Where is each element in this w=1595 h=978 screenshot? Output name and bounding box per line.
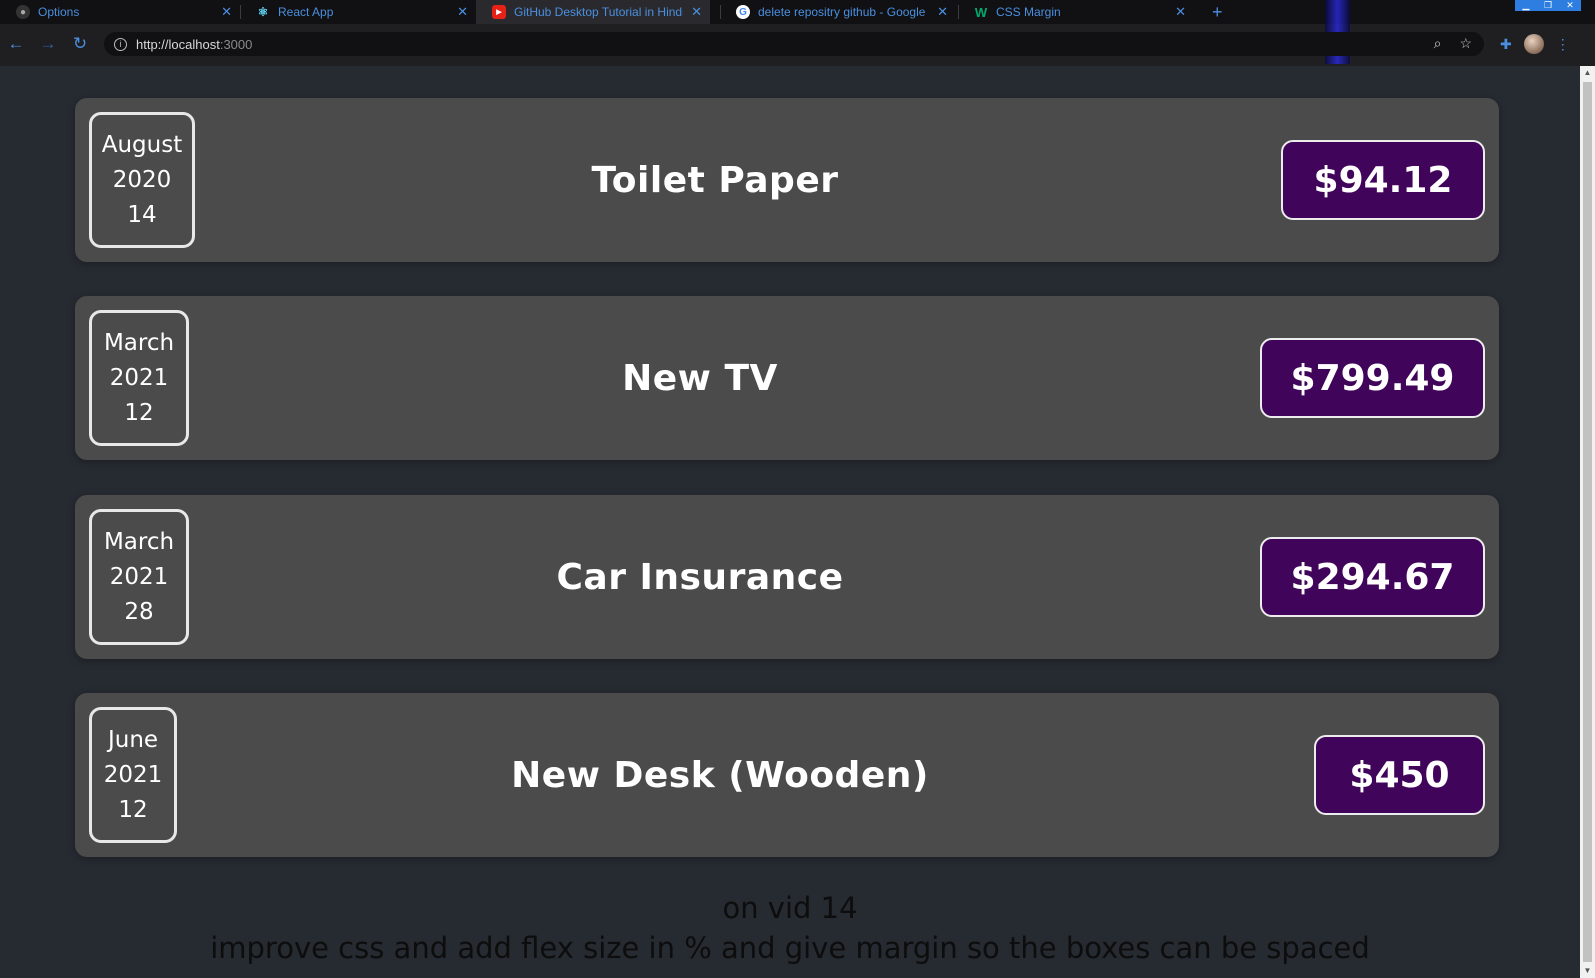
- tab-label: CSS Margin: [996, 5, 1061, 19]
- info-icon[interactable]: i: [114, 37, 127, 51]
- expense-month: March: [103, 329, 175, 356]
- close-icon[interactable]: ✕: [691, 4, 702, 20]
- expense-year: 2021: [109, 563, 169, 590]
- expense-year: 2021: [109, 364, 169, 391]
- youtube-icon: ▶: [492, 5, 506, 19]
- zoom-icon[interactable]: ⌕: [1434, 35, 1442, 52]
- github-icon: ●: [16, 5, 30, 19]
- expense-day: 12: [124, 399, 154, 426]
- tab-react-app[interactable]: ⚛ React App ✕: [240, 0, 476, 24]
- window-controls: ▁ ❐ ✕: [1515, 0, 1581, 11]
- expense-month: March: [103, 528, 175, 555]
- address-bar[interactable]: i http://localhost:3000 ⌕ ☆: [104, 32, 1484, 56]
- react-icon: ⚛: [257, 5, 269, 19]
- reload-button[interactable]: ↻: [64, 34, 96, 54]
- expense-title: Toilet Paper: [591, 159, 839, 201]
- page-scrollbar[interactable]: ▲ ▼: [1580, 66, 1595, 978]
- url-port: :3000: [219, 36, 253, 52]
- close-icon[interactable]: ✕: [457, 4, 468, 20]
- profile-avatar[interactable]: [1523, 34, 1544, 54]
- scroll-up-arrow-icon[interactable]: ▲: [1580, 66, 1595, 80]
- new-tab-button[interactable]: +: [1212, 0, 1223, 24]
- close-icon[interactable]: ✕: [221, 4, 232, 20]
- browser-chrome: ● Options ✕ ⚛ React App ✕ ▶ GitHub Deskt…: [0, 0, 1595, 66]
- expense-item: June 2021 12 New Desk (Wooden) $450: [75, 693, 1499, 857]
- expense-item: March 2021 12 New TV $799.49: [75, 296, 1499, 460]
- scroll-down-arrow-icon[interactable]: ▼: [1580, 964, 1595, 978]
- tab-options[interactable]: ● Options ✕: [0, 0, 240, 24]
- expense-date: March 2021 12: [89, 310, 189, 446]
- expense-year: 2020: [112, 166, 172, 193]
- close-window-button[interactable]: ✕: [1559, 0, 1581, 11]
- tab-github-desktop-tutorial[interactable]: ▶ GitHub Desktop Tutorial in Hindi ✕: [476, 0, 710, 24]
- w3schools-icon: W: [974, 4, 988, 20]
- tab-label: GitHub Desktop Tutorial in Hindi: [514, 5, 684, 19]
- expense-item: March 2021 28 Car Insurance $294.67: [75, 495, 1499, 659]
- extensions-icon[interactable]: ✚: [1500, 36, 1512, 53]
- url-host: http://localhost: [136, 36, 220, 52]
- close-icon[interactable]: ✕: [937, 4, 948, 20]
- minimize-button[interactable]: ▁: [1515, 0, 1537, 11]
- expense-title: New TV: [622, 357, 778, 399]
- expense-price: $294.67: [1260, 537, 1485, 617]
- expense-date: March 2021 28: [89, 509, 189, 645]
- expense-title: Car Insurance: [556, 556, 844, 598]
- expense-price: $94.12: [1281, 140, 1485, 220]
- expense-day: 28: [124, 598, 154, 625]
- expense-month: June: [107, 726, 159, 753]
- tab-strip: ● Options ✕ ⚛ React App ✕ ▶ GitHub Deskt…: [0, 0, 1595, 24]
- tab-label: React App: [278, 5, 334, 19]
- expense-year: 2021: [103, 761, 163, 788]
- close-icon[interactable]: ✕: [1175, 4, 1186, 20]
- note-line-2: improve css and add flex size in % and g…: [210, 931, 1370, 965]
- tab-css-margin[interactable]: W CSS Margin ✕: [958, 0, 1194, 24]
- expense-item: August 2020 14 Toilet Paper $94.12: [75, 98, 1499, 262]
- tab-label: Options: [38, 5, 80, 19]
- browser-toolbar: ← → ↻ i http://localhost:3000 ⌕ ☆ ✚ ⋮: [0, 26, 1595, 62]
- bookmark-star-icon[interactable]: ☆: [1459, 35, 1472, 52]
- google-icon: G: [736, 5, 750, 19]
- expense-date: August 2020 14: [89, 112, 195, 248]
- back-button[interactable]: ←: [0, 34, 32, 54]
- page-content: August 2020 14 Toilet Paper $94.12 March…: [0, 66, 1580, 978]
- restore-button[interactable]: ❐: [1537, 0, 1559, 11]
- menu-icon[interactable]: ⋮: [1556, 36, 1570, 53]
- expense-day: 12: [118, 796, 148, 823]
- tab-google-search[interactable]: G delete repositry github - Google S ✕: [720, 0, 956, 24]
- expense-date: June 2021 12: [89, 707, 177, 843]
- expense-day: 14: [127, 201, 157, 228]
- tab-label: delete repositry github - Google S: [758, 5, 930, 19]
- scrollbar-thumb[interactable]: [1583, 82, 1592, 962]
- note-line-1: on vid 14: [722, 891, 858, 925]
- expense-title: New Desk (Wooden): [511, 754, 929, 796]
- expense-price: $450: [1314, 735, 1485, 815]
- forward-button[interactable]: →: [32, 34, 64, 54]
- expense-price: $799.49: [1260, 338, 1485, 418]
- expense-month: August: [101, 131, 183, 158]
